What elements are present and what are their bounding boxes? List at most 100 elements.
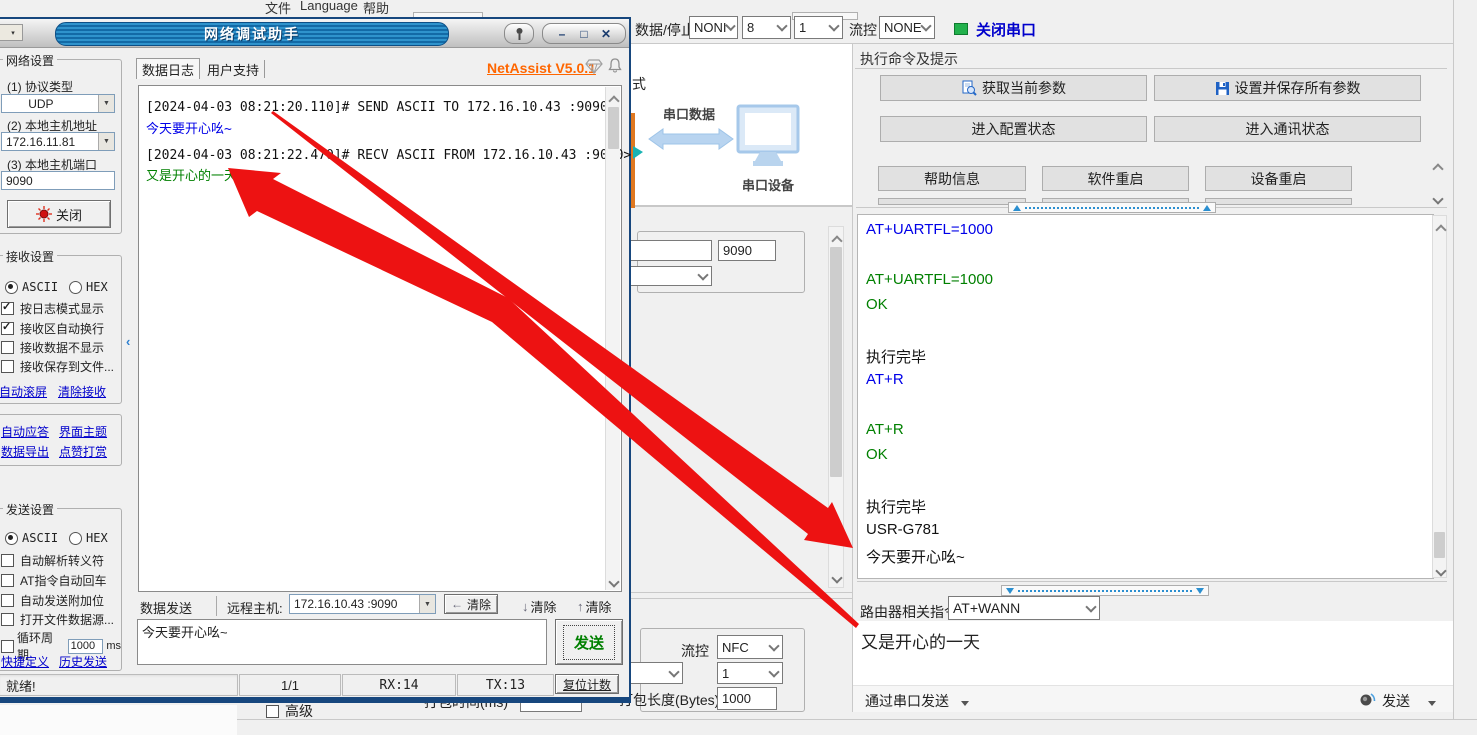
netassist-titlebar[interactable]: ▾ 网络调试助手 – □ ✕ bbox=[0, 19, 629, 48]
clear-recv-button[interactable]: ↓ 清除 bbox=[522, 597, 557, 616]
maximize-button[interactable]: □ bbox=[573, 27, 595, 41]
close-serial-button[interactable]: 关闭串口 bbox=[976, 19, 1036, 40]
minimize-button[interactable]: – bbox=[551, 27, 573, 41]
history-link[interactable]: 历史发送 bbox=[59, 653, 107, 670]
splitter-top[interactable] bbox=[1008, 202, 1216, 213]
remote-host-select[interactable]: 172.16.10.43 :9090 ▼ bbox=[289, 594, 436, 614]
local-port-input[interactable]: 9090 bbox=[1, 171, 115, 190]
enter-config-button[interactable]: 进入配置状态 bbox=[880, 116, 1147, 142]
send-option-2[interactable]: 自动发送附加位 bbox=[1, 592, 104, 609]
menu-file[interactable]: 文件 bbox=[265, 0, 291, 17]
auto-scroll-link[interactable]: 自动滚屏 bbox=[0, 383, 47, 400]
parity-select[interactable]: NONI bbox=[689, 16, 738, 39]
send-tab-label[interactable]: 数据发送 bbox=[140, 598, 192, 617]
radio-icon bbox=[69, 532, 82, 545]
netassist-log[interactable]: [2024-04-03 08:21:20.110]# SEND ASCII TO… bbox=[138, 85, 622, 592]
send-textarea[interactable]: 今天要开心吆~ bbox=[137, 619, 547, 665]
clear-button[interactable]: ← 清除 bbox=[444, 594, 498, 614]
buttons-scroll-up[interactable] bbox=[1434, 160, 1442, 178]
auto-reply-link[interactable]: 自动应答 bbox=[1, 423, 49, 440]
stopbits-select[interactable]: 1 bbox=[794, 16, 843, 39]
bell-icon[interactable] bbox=[607, 57, 623, 75]
command-log[interactable]: AT+UARTFL=1000 AT+UARTFL=1000 OK 执行完毕 AT… bbox=[857, 214, 1434, 579]
send-ascii-radio[interactable]: ASCII bbox=[5, 531, 58, 545]
close-button[interactable]: ✕ bbox=[595, 27, 617, 41]
menu-language[interactable]: Language bbox=[300, 0, 358, 13]
splitter-bottom[interactable] bbox=[1001, 585, 1209, 596]
compose-textarea[interactable]: 又是开心的一天 bbox=[853, 621, 1453, 685]
port-input[interactable]: 9090 bbox=[718, 240, 776, 261]
pack-one-select[interactable]: 1 bbox=[717, 662, 783, 684]
clear-recv-link[interactable]: 清除接收 bbox=[58, 383, 106, 400]
chevron-down-icon bbox=[768, 666, 779, 677]
chevron-down-icon bbox=[828, 20, 839, 31]
monitor-icon bbox=[736, 104, 802, 174]
tab-user-support[interactable]: 用户支持 bbox=[202, 60, 265, 78]
log-line: USR-G781 bbox=[866, 521, 939, 538]
soft-restart-button[interactable]: 软件重启 bbox=[1042, 166, 1189, 191]
log-line: 执行完毕 bbox=[866, 496, 926, 517]
recv-settings-group: 接收设置 ASCII HEX 按日志模式显示 接收区自动换行 接收数据不显示 bbox=[0, 255, 122, 404]
buttons-scroll-down[interactable] bbox=[1434, 190, 1442, 208]
theme-link[interactable]: 界面主题 bbox=[59, 423, 107, 440]
sidebar-collapse-handle[interactable]: ‹ bbox=[126, 334, 130, 349]
version-link[interactable]: NetAssist V5.0.1 bbox=[487, 60, 596, 76]
send-hex-radio[interactable]: HEX bbox=[69, 531, 108, 545]
save-params-button[interactable]: 设置并保存所有参数 bbox=[1154, 75, 1421, 101]
clear-send-button[interactable]: ↑ 清除 bbox=[577, 597, 612, 616]
recv-option-3[interactable]: 接收保存到文件... bbox=[1, 358, 114, 375]
chevron-down-icon bbox=[1428, 701, 1436, 706]
host-select[interactable]: 172.16.11.81 ▼ bbox=[1, 132, 115, 151]
recv-option-0[interactable]: 按日志模式显示 bbox=[1, 300, 104, 317]
pack-length-input[interactable]: 1000 bbox=[717, 687, 777, 710]
mode-text-partial: 式 bbox=[632, 74, 646, 94]
led-open-icon bbox=[36, 206, 52, 222]
middle-scrollbar[interactable] bbox=[828, 226, 844, 588]
shortcut-link[interactable]: 快捷定义 bbox=[1, 653, 49, 670]
mode-select[interactable] bbox=[626, 266, 712, 286]
log-line: [2024-04-03 08:21:20.110]# SEND ASCII TO… bbox=[146, 100, 616, 115]
cycle-input[interactable]: 1000 bbox=[68, 639, 104, 654]
recv-option-2[interactable]: 接收数据不显示 bbox=[1, 339, 104, 356]
help-info-button[interactable]: 帮助信息 bbox=[878, 166, 1026, 191]
flow-select[interactable]: NONE bbox=[879, 16, 935, 39]
log-line: 今天要开心吆~ bbox=[866, 546, 965, 567]
send-option-3[interactable]: 打开文件数据源... bbox=[1, 611, 114, 628]
recv-option-1[interactable]: 接收区自动换行 bbox=[1, 320, 104, 337]
netassist-log-scrollbar[interactable] bbox=[605, 87, 620, 590]
triangle-up-icon bbox=[1203, 205, 1211, 211]
speaker-icon bbox=[1358, 690, 1376, 708]
router-command-select[interactable]: AT+WANN bbox=[948, 596, 1100, 620]
checkbox-icon bbox=[1, 322, 14, 335]
send-command-button[interactable]: 发送 bbox=[1382, 691, 1436, 711]
command-log-scrollbar[interactable] bbox=[1432, 215, 1447, 578]
window-title: 网络调试助手 bbox=[204, 24, 300, 44]
send-via-serial-button[interactable]: 通过串口发送 bbox=[865, 691, 969, 711]
send-option-1[interactable]: AT指令自动回车 bbox=[1, 572, 106, 589]
partial-button bbox=[878, 198, 1026, 205]
get-params-button[interactable]: 获取当前参数 bbox=[880, 75, 1147, 101]
log-line: AT+UARTFL=1000 bbox=[866, 221, 993, 238]
device-restart-button[interactable]: 设备重启 bbox=[1205, 166, 1352, 191]
tab-data-log[interactable]: 数据日志 bbox=[136, 58, 200, 79]
advanced-checkbox[interactable]: 高级 bbox=[266, 701, 313, 721]
recv-ascii-radio[interactable]: ASCII bbox=[5, 280, 58, 294]
menu-help[interactable]: 帮助 bbox=[363, 0, 389, 17]
ip-input[interactable] bbox=[626, 240, 712, 261]
data-export-link[interactable]: 数据导出 bbox=[1, 443, 49, 460]
protocol-select[interactable]: UDP ▼ bbox=[1, 94, 115, 113]
pin-button[interactable] bbox=[504, 23, 534, 44]
dropdown-icon: ▾ bbox=[11, 29, 15, 37]
enter-comm-button[interactable]: 进入通讯状态 bbox=[1154, 116, 1421, 142]
checkbox-icon bbox=[1, 341, 14, 354]
donate-link[interactable]: 点赞打赏 bbox=[59, 443, 107, 460]
close-connection-button[interactable]: 关闭 bbox=[7, 200, 111, 228]
databits-select[interactable]: 8 bbox=[742, 16, 791, 39]
reset-count-button[interactable]: 复位计数 bbox=[555, 674, 619, 694]
titlebar-menu-button[interactable]: ▾ bbox=[0, 24, 23, 41]
chevron-down-icon bbox=[920, 20, 931, 31]
send-option-0[interactable]: 自动解析转义符 bbox=[1, 552, 104, 569]
pack-flow-select[interactable]: NFC bbox=[717, 635, 783, 659]
send-button[interactable]: 发送 bbox=[555, 619, 623, 665]
recv-hex-radio[interactable]: HEX bbox=[69, 280, 108, 294]
